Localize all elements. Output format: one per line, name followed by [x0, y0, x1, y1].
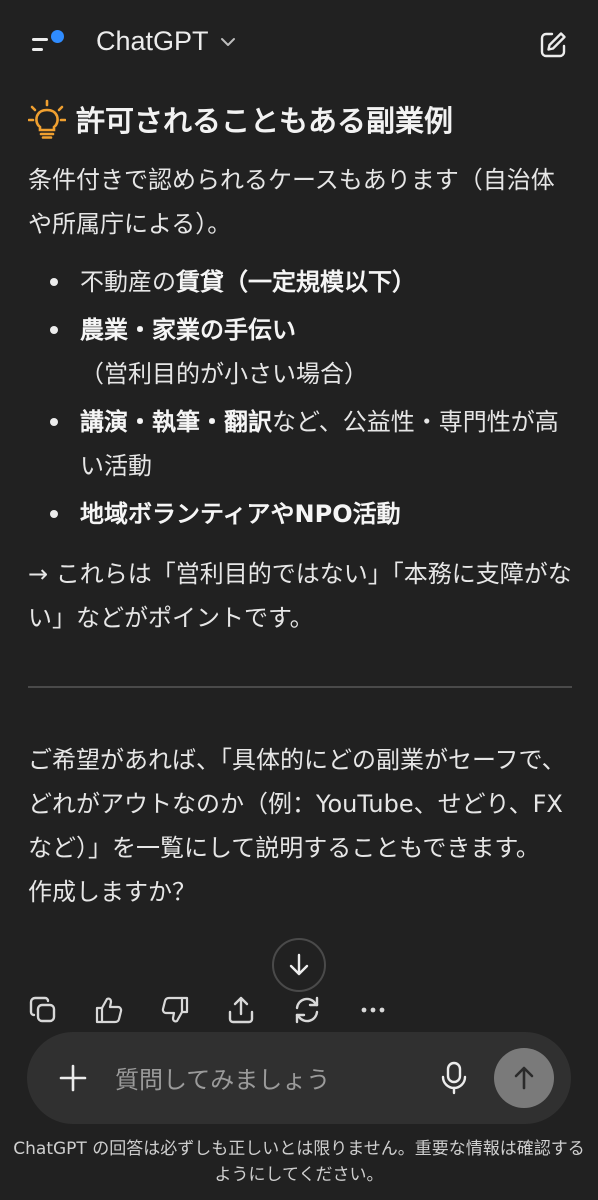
- question-paragraph: 作成しますか？: [28, 878, 196, 906]
- offer-paragraph: ご希望があれば、「具体的にどの副業がセーフで、どれがアウトなのか（例：YouTu…: [28, 746, 566, 862]
- microphone-icon[interactable]: [439, 1060, 469, 1096]
- model-selector[interactable]: ChatGPT: [96, 26, 237, 57]
- list-item: 農業・家業の手伝い （営利目的が小さい場合）: [28, 308, 572, 396]
- thumbs-down-button[interactable]: [160, 990, 226, 1030]
- thumbs-down-icon: [161, 996, 189, 1023]
- heading-text: 許可されることもある副業例: [76, 104, 454, 138]
- send-button[interactable]: [494, 1048, 554, 1108]
- list-item-text: （営利目的が小さい場合）: [80, 360, 368, 388]
- top-bar: ChatGPT: [0, 0, 598, 88]
- scroll-down-button[interactable]: [272, 938, 326, 992]
- menu-button[interactable]: [24, 28, 68, 64]
- regenerate-icon: [295, 996, 319, 1024]
- intro-paragraph: 条件付きで認められるケースもあります（自治体や所属庁による）。: [28, 166, 555, 238]
- plus-icon[interactable]: [57, 1062, 89, 1094]
- edit-icon[interactable]: [538, 30, 568, 60]
- more-icon: [361, 1007, 385, 1013]
- copy-icon: [29, 996, 56, 1023]
- assistant-message: 許可されることもある副業例 条件付きで認められるケースもあります（自治体や所属庁…: [28, 94, 572, 914]
- thumbs-up-button[interactable]: [94, 990, 160, 1030]
- message-actions: [28, 990, 424, 1030]
- regenerate-button[interactable]: [292, 990, 358, 1030]
- message-input[interactable]: 質問してみましょう: [115, 1060, 330, 1095]
- menu-icon-line: [32, 48, 43, 51]
- chevron-down-icon: [220, 37, 235, 46]
- arrow-up-icon: [514, 1066, 534, 1090]
- thumbs-up-icon: [95, 997, 123, 1024]
- copy-button[interactable]: [28, 990, 94, 1030]
- list-item-text: 不動産の: [80, 268, 176, 296]
- list-item: 地域ボランティアやNPO活動: [28, 492, 572, 536]
- app-title: ChatGPT: [96, 26, 209, 56]
- divider: [28, 686, 572, 688]
- composer[interactable]: 質問してみましょう: [27, 1032, 571, 1124]
- list-item: 講演・執筆・翻訳など、公益性・専門性が高い活動: [28, 400, 572, 488]
- conclusion-paragraph: → これらは「営利目的ではない」「本務に支障がない」などがポイントです。: [28, 560, 572, 632]
- more-button[interactable]: [358, 990, 424, 1030]
- list-item-bold: 地域ボランティアやNPO活動: [80, 500, 401, 528]
- list-item-bold: 講演・執筆・翻訳: [80, 408, 272, 436]
- disclaimer: ChatGPT の回答は必ずしも正しいとは限りません。重要な情報は確認するように…: [13, 1139, 585, 1185]
- share-button[interactable]: [226, 990, 292, 1030]
- section-heading: 許可されることもある副業例: [28, 94, 572, 144]
- menu-icon: [32, 38, 48, 41]
- list-item-bold: 農業・家業の手伝い: [80, 316, 296, 344]
- share-icon: [228, 996, 254, 1024]
- list-item-bold: 賃貸（一定規模以下）: [176, 268, 416, 296]
- lightbulb-icon: [28, 99, 66, 139]
- example-list: 不動産の賃貸（一定規模以下） 農業・家業の手伝い （営利目的が小さい場合） 講演・…: [28, 260, 572, 536]
- list-item: 不動産の賃貸（一定規模以下）: [28, 260, 572, 304]
- arrow-down-icon: [289, 953, 309, 976]
- notification-dot: [51, 30, 64, 43]
